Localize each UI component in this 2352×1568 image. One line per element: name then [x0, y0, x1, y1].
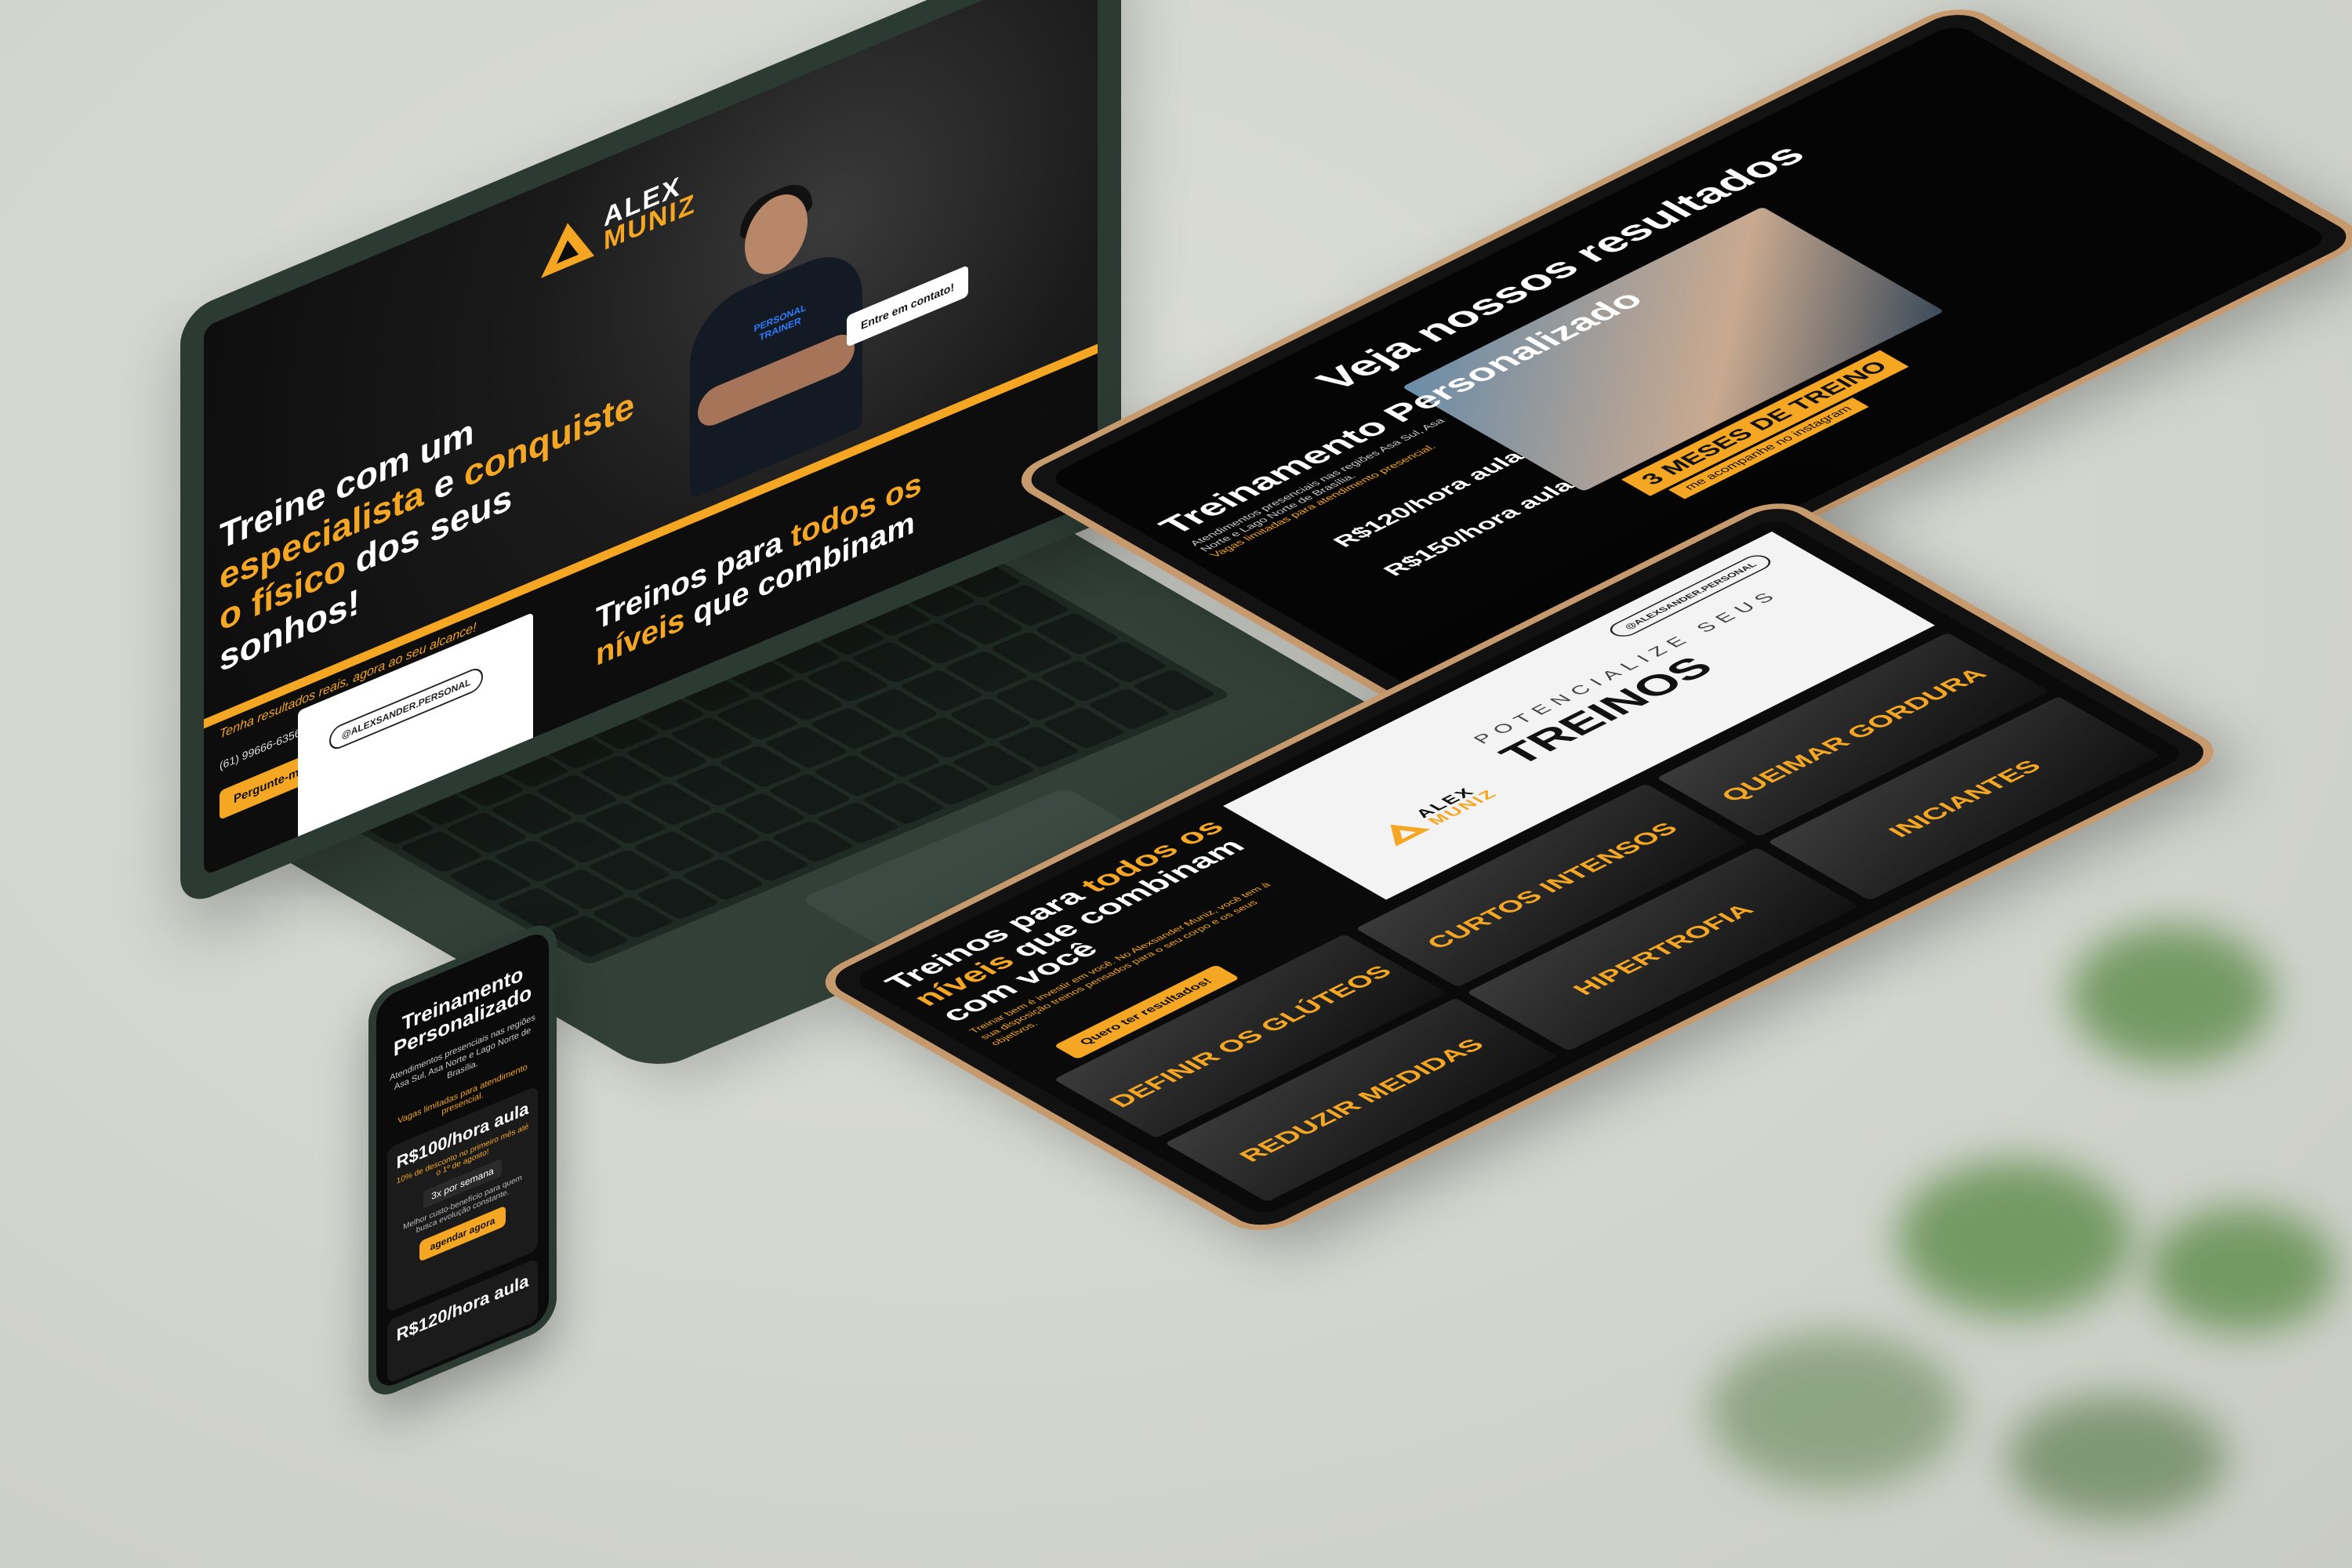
plant-leaf: [2070, 925, 2274, 1066]
logo-mark-icon: [1373, 815, 1431, 847]
price-2: R$150/hora aula: [1378, 477, 1580, 579]
phone-screen: Treinamento Personalizado Atendimentos p…: [376, 927, 549, 1392]
brand-logo: ALEX MUNIZ: [1372, 781, 1501, 847]
brand-logo[interactable]: ALEX MUNIZ: [541, 168, 696, 280]
contact-button[interactable]: Entre em contato!: [847, 264, 969, 347]
mockup-scene: ALEX MUNIZ PERSONAL TRAINER Treine com u…: [0, 0, 2352, 1568]
results-photo[interactable]: [1402, 206, 1944, 492]
plant-leaf: [1709, 1333, 1960, 1490]
plant-leaf: [1897, 1160, 2132, 1317]
plant-leaf: [2148, 1207, 2336, 1333]
plant-leaf: [2007, 1396, 2227, 1521]
logo-mark-icon: [541, 212, 594, 278]
trainer-photo: PERSONAL TRAINER: [690, 161, 862, 499]
phone: Treinamento Personalizado Atendimentos p…: [368, 916, 557, 1403]
